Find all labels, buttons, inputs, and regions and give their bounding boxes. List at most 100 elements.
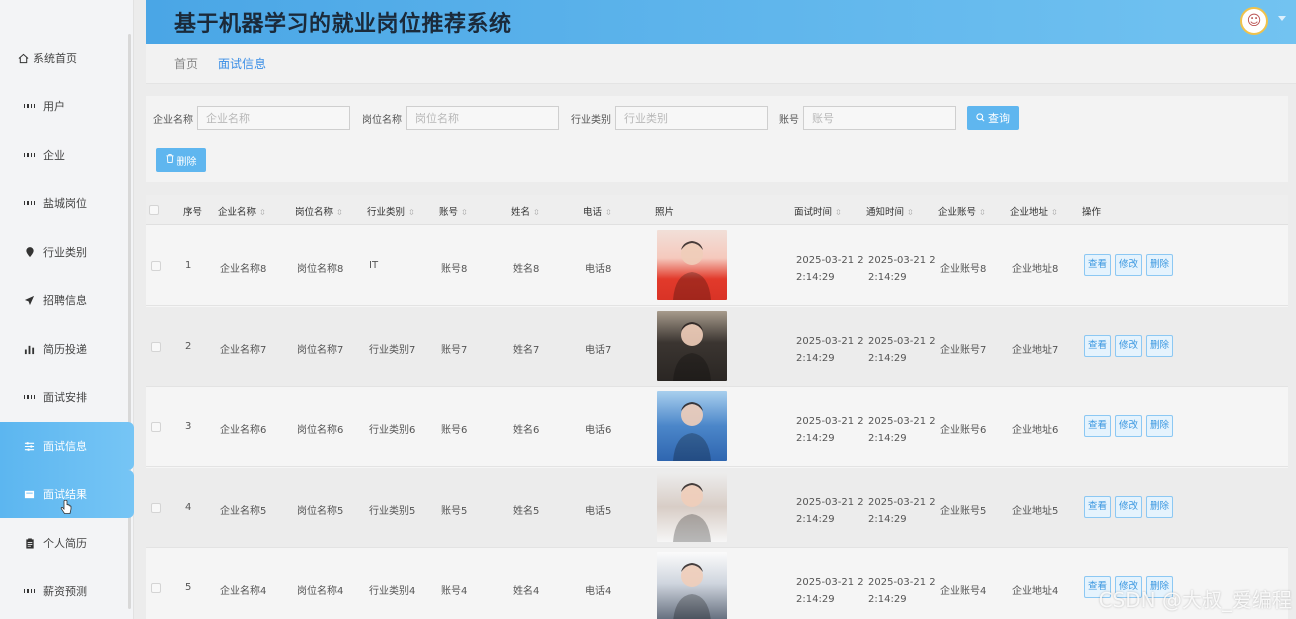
sidebar-item-interview-schedule[interactable]: 面试安排 <box>0 373 134 421</box>
sidebar-item-label: 面试安排 <box>43 391 87 404</box>
cell-company-address: 企业地址6 <box>1012 425 1059 436</box>
cell-company: 企业名称8 <box>220 264 267 275</box>
sidebar-item-recruitment[interactable]: 招聘信息 <box>0 276 134 324</box>
query-button[interactable]: 查询 <box>967 106 1019 130</box>
sidebar-item-companies[interactable]: 企业 <box>0 131 134 179</box>
row-checkbox[interactable] <box>151 583 161 593</box>
sidebar-item-personal-resume[interactable]: 个人简历 <box>0 519 134 567</box>
sort-icon[interactable]: ⇳ <box>907 208 914 217</box>
candidate-photo[interactable] <box>657 310 727 381</box>
delete-button[interactable]: 删除 <box>1146 495 1174 518</box>
cell-interview-time: 2025-03-21 2 2:14:29 <box>796 496 864 525</box>
view-button[interactable]: 查看 <box>1084 495 1112 518</box>
cell-position: 岗位名称6 <box>297 425 344 436</box>
position-input[interactable] <box>406 106 559 130</box>
sidebar-item-home[interactable]: 系统首页 <box>0 34 134 82</box>
sidebar-item-interview-info[interactable]: 面试信息 <box>0 422 134 470</box>
cell-notify-time: 2025-03-21 2 2:14:29 <box>868 255 936 283</box>
candidate-photo[interactable] <box>657 552 727 619</box>
edit-button[interactable]: 修改 <box>1115 415 1143 437</box>
sidebar-item-users[interactable]: 用户 <box>0 82 134 130</box>
app-title: 基于机器学习的就业岗位推荐系统 <box>174 12 512 37</box>
cell-account: 账号7 <box>441 344 468 356</box>
delete-button[interactable]: 删除 <box>1146 254 1174 276</box>
card-icon <box>24 489 35 500</box>
cell-phone: 电话7 <box>585 344 612 356</box>
sort-icon[interactable]: ⇳ <box>461 208 468 217</box>
header-notify-time[interactable]: 通知时间 ⇳ <box>866 204 914 218</box>
delete-button-label: 删除 <box>176 156 197 168</box>
account-label: 账号 <box>779 114 799 126</box>
cell-notify-time: 2025-03-21 2 2:14:29 <box>868 416 936 444</box>
row-checkbox[interactable] <box>151 502 161 513</box>
avatar[interactable]: ☺ <box>1240 7 1268 35</box>
trash-icon <box>166 154 174 166</box>
row-checkbox[interactable] <box>151 422 161 432</box>
header-position[interactable]: 岗位名称 ⇳ <box>295 204 343 218</box>
delete-button[interactable]: 删除 <box>1146 334 1174 357</box>
delete-button[interactable]: 删除 <box>1146 415 1174 437</box>
cell-position: 岗位名称5 <box>297 505 344 517</box>
edit-button[interactable]: 修改 <box>1115 334 1143 357</box>
sidebar-item-salary-prediction[interactable]: 薪资预测 <box>0 567 134 615</box>
cell-industry: 行业类别6 <box>369 425 416 436</box>
row-checkbox[interactable] <box>151 341 161 352</box>
header-phone[interactable]: 电话 ⇳ <box>583 204 612 218</box>
sidebar-item-resume-delivery[interactable]: 简历投递 <box>0 325 134 373</box>
view-button[interactable]: 查看 <box>1084 254 1112 276</box>
top-header: 基于机器学习的就业岗位推荐系统 ☺ <box>146 0 1296 44</box>
cell-name: 姓名8 <box>513 264 540 275</box>
table-row[interactable]: 3 企业名称6 岗位名称6 行业类别6 账号6 姓名6 电话6 2025-03-21 2 2:… <box>146 387 1288 467</box>
candidate-photo[interactable] <box>657 471 727 542</box>
sort-icon[interactable]: ⇳ <box>533 208 540 217</box>
cell-index: 1 <box>185 260 192 271</box>
pin-icon <box>24 246 35 258</box>
cell-index: 3 <box>185 421 192 432</box>
table-row[interactable]: 2 企业名称7 岗位名称7 行业类别7 账号7 姓名7 电话7 2025-03-21 2 2:… <box>146 306 1288 387</box>
cell-company-address: 企业地址5 <box>1012 505 1059 517</box>
grid-icon <box>24 586 35 597</box>
header-account[interactable]: 账号 ⇳ <box>439 204 468 218</box>
chevron-down-icon[interactable] <box>1278 16 1286 21</box>
breadcrumb-home[interactable]: 首页 <box>174 55 198 72</box>
header-company[interactable]: 企业名称 ⇳ <box>218 204 266 218</box>
company-search-field: 企业名称 <box>153 106 350 130</box>
batch-delete-button[interactable]: 删除 <box>156 148 206 172</box>
sort-icon[interactable]: ⇳ <box>408 208 415 217</box>
company-input[interactable] <box>197 106 350 130</box>
cell-company: 企业名称6 <box>220 425 267 436</box>
industry-input[interactable] <box>615 106 768 130</box>
cell-position: 岗位名称4 <box>297 586 344 597</box>
sort-icon[interactable]: ⇳ <box>605 208 612 217</box>
edit-button[interactable]: 修改 <box>1115 254 1143 276</box>
header-company-account[interactable]: 企业账号 ⇳ <box>938 204 986 218</box>
sort-icon[interactable]: ⇳ <box>979 208 986 217</box>
view-button[interactable]: 查看 <box>1084 415 1112 437</box>
cell-company-account: 企业账号5 <box>940 505 987 517</box>
candidate-photo[interactable] <box>657 391 727 461</box>
sidebar-item-yancheng-positions[interactable]: 盐城岗位 <box>0 179 134 227</box>
header-company-address[interactable]: 企业地址 ⇳ <box>1010 204 1058 218</box>
sidebar-item-industry[interactable]: 行业类别 <box>0 228 134 276</box>
cell-industry: 行业类别5 <box>369 505 416 517</box>
hand-cursor-icon <box>60 499 72 520</box>
row-actions: 查看 修改 删除 <box>1084 415 1174 437</box>
cell-notify-time: 2025-03-21 2 2:14:29 <box>868 496 936 525</box>
header-name[interactable]: 姓名 ⇳ <box>511 204 540 218</box>
view-button[interactable]: 查看 <box>1084 334 1112 357</box>
edit-button[interactable]: 修改 <box>1115 495 1143 518</box>
sort-icon[interactable]: ⇳ <box>835 208 842 217</box>
sort-icon[interactable]: ⇳ <box>336 208 343 217</box>
sort-icon[interactable]: ⇳ <box>259 208 266 217</box>
header-industry[interactable]: 行业类别 ⇳ <box>367 204 415 218</box>
select-all-checkbox[interactable] <box>149 205 159 215</box>
row-checkbox[interactable] <box>151 261 161 271</box>
table-row[interactable]: 1 企业名称8 岗位名称8 IT 账号8 姓名8 电话8 2025-03-21 2 2:14:… <box>146 226 1288 306</box>
cell-index: 2 <box>185 340 192 352</box>
sort-icon[interactable]: ⇳ <box>1051 208 1058 217</box>
cell-interview-time: 2025-03-21 2 2:14:29 <box>796 577 864 605</box>
account-input[interactable] <box>803 106 956 130</box>
header-interview-time[interactable]: 面试时间 ⇳ <box>794 204 842 218</box>
candidate-photo[interactable] <box>657 230 727 300</box>
table-row[interactable]: 4 企业名称5 岗位名称5 行业类别5 账号5 姓名5 电话5 2025-03-21 2 2:… <box>146 467 1288 548</box>
